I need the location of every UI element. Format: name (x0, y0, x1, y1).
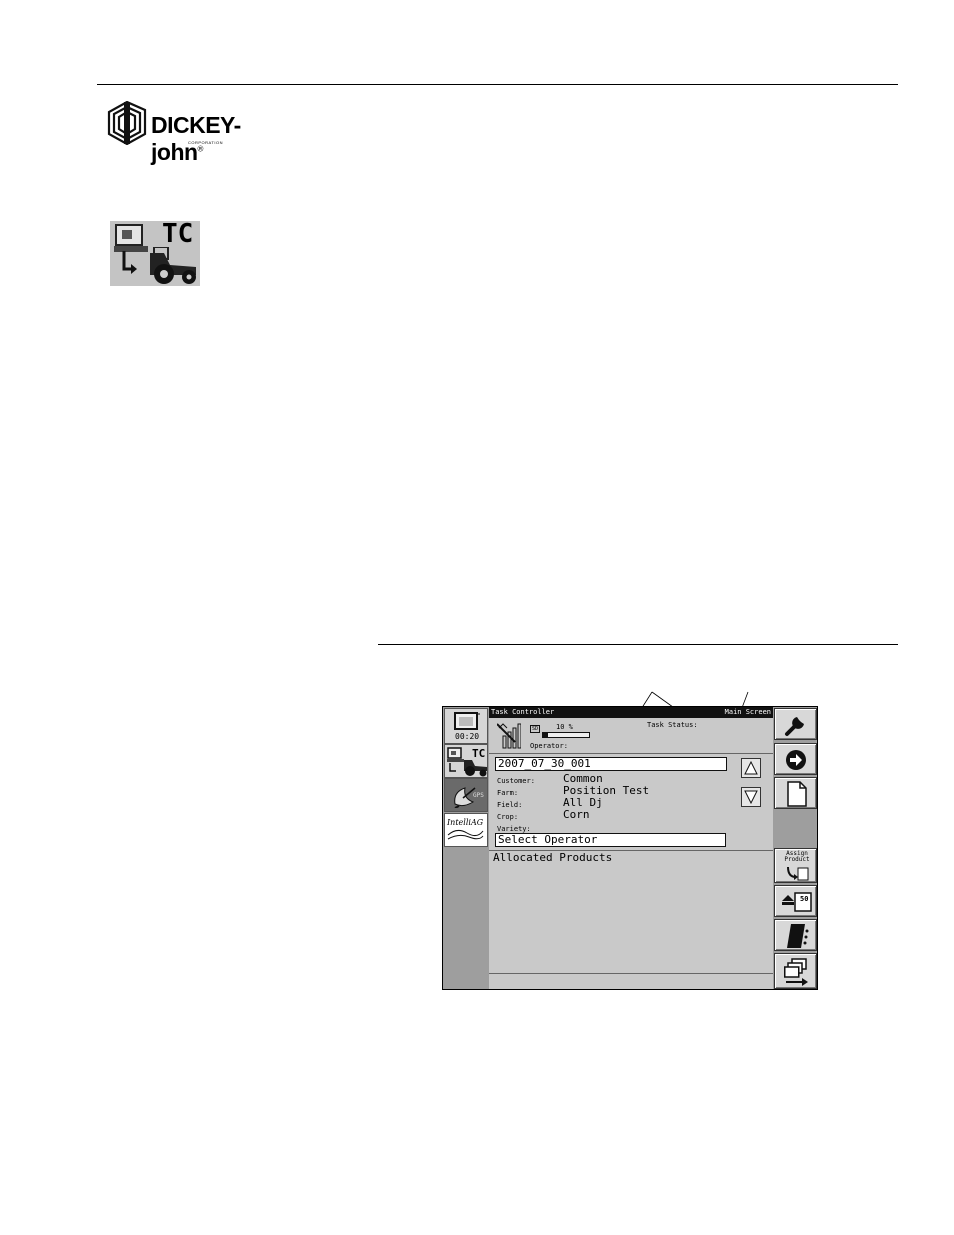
customer-label: Customer: (497, 777, 535, 785)
assign-product-icon (787, 866, 809, 881)
triangle-up-icon (744, 761, 758, 775)
document-icon (787, 781, 807, 807)
progress-text: 10 % (556, 723, 573, 731)
intellag-mark-icon (447, 829, 484, 840)
scroll-down-button[interactable] (741, 787, 761, 807)
sd-label: SD (532, 726, 539, 732)
svg-text:TC: TC (472, 747, 485, 760)
crop-label: Crop: (497, 813, 519, 821)
app-title: Task Controller (491, 708, 555, 716)
setup-button[interactable] (774, 708, 817, 740)
assign-product-label: Assign Product (784, 850, 810, 863)
monitor-icon (454, 712, 480, 730)
arrow-right-circle-icon (786, 750, 806, 770)
progress-bar (542, 732, 590, 738)
allocated-products-header: Allocated Products (493, 851, 613, 864)
bottom-status-strip (489, 974, 773, 989)
operator-label: Operator: (530, 742, 568, 750)
stack-value: 50 (800, 895, 809, 903)
task-id-value: 2007_07_30_001 (498, 757, 591, 770)
select-operator-text: Select Operator (498, 833, 598, 846)
task-id-field[interactable]: 2007_07_30_001 (495, 757, 727, 771)
task-info-panel: 2007_07_30_001 Customer: Common Farm: Po… (489, 754, 773, 850)
right-gap (774, 811, 817, 847)
progress-fill (543, 733, 548, 737)
stack-products-button[interactable]: 50 (774, 885, 817, 917)
select-operator-field[interactable]: Select Operator (495, 833, 726, 847)
gps-tab[interactable]: GPS (444, 778, 488, 812)
field-label: Field: (497, 801, 523, 809)
task-status-label: Task Status: (647, 721, 698, 729)
gps-label: GPS (473, 792, 484, 799)
notebook-icon (787, 924, 809, 948)
title-bar: Task Controller Main Screen (489, 707, 773, 718)
task-controller-small-icon: TC (447, 747, 487, 777)
windows-arrow-icon (784, 958, 808, 986)
variety-label: Variety: (497, 825, 531, 833)
crop-value: Corn (563, 808, 590, 821)
intellag-tab[interactable]: IntelliAG (444, 813, 488, 847)
new-document-button[interactable] (774, 777, 817, 809)
home-button[interactable]: 00:20 (444, 708, 488, 744)
clock: 00:20 (455, 732, 480, 741)
next-button[interactable] (774, 743, 817, 775)
wrench-icon (785, 717, 804, 736)
callout-lines (602, 691, 752, 850)
status-area: SD 10 % Task Status: Operator: (489, 718, 773, 754)
task-controller-tab[interactable]: TC (444, 744, 488, 778)
sd-card-icon: SD (530, 725, 541, 733)
scroll-up-button[interactable] (741, 758, 761, 778)
farm-label: Farm: (497, 789, 519, 797)
screen-name: Main Screen (724, 708, 771, 716)
allocated-products-list[interactable]: Allocated Products (489, 850, 773, 974)
signal-strength-icon (497, 723, 521, 749)
intellag-logo: IntelliAG (447, 818, 484, 827)
assign-product-button[interactable]: Assign Product (774, 848, 817, 883)
notebook-button[interactable] (774, 919, 817, 951)
switch-screen-button[interactable] (774, 953, 817, 989)
triangle-down-icon (744, 790, 758, 804)
device-screen: 00:20 TC GPS IntelliAG Task Controller M… (442, 706, 818, 990)
